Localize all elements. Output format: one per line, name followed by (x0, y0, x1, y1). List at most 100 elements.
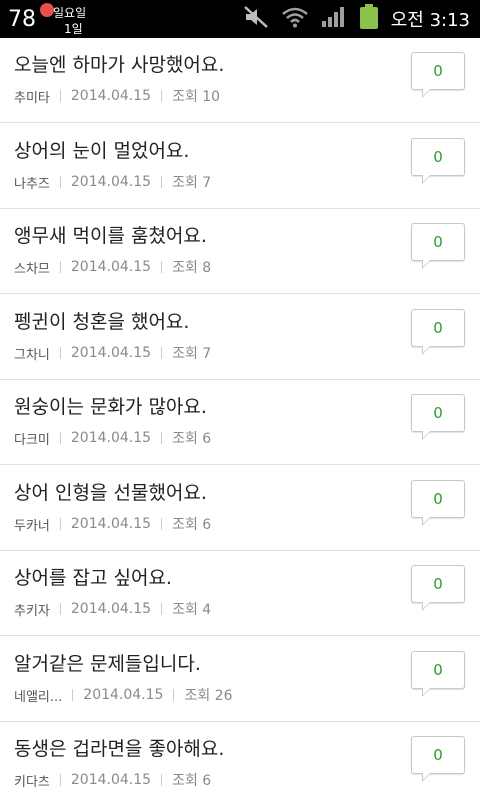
post-date: 2014.04.15 (70, 174, 152, 190)
post-title: 상어 인형을 선물했어요. (14, 482, 207, 504)
comment-count-button[interactable]: 0 (411, 736, 465, 782)
meta-divider (173, 689, 175, 701)
meta-divider (161, 347, 163, 359)
meta-divider (59, 518, 61, 530)
post-views: 조회 7 (172, 175, 212, 191)
meta-divider (161, 432, 163, 444)
comment-count: 0 (433, 62, 443, 80)
clock: 오전 3:13 (390, 10, 470, 31)
post-date: 2014.04.15 (70, 516, 152, 532)
post-title: 오늘엔 하마가 사망했어요. (14, 54, 225, 76)
comment-count-button[interactable]: 0 (411, 565, 465, 611)
post-date: 2014.04.15 (70, 259, 152, 275)
post-title: 앵무새 먹이를 훔쳤어요. (14, 225, 207, 247)
post-author: 키다츠 (14, 774, 50, 790)
meta-divider (59, 90, 61, 102)
calendar-notification: 일요일 1일 (40, 3, 86, 36)
post-date: 2014.04.15 (70, 345, 152, 361)
post-meta: 추키자 2014.04.15 조회 4 (14, 599, 211, 619)
weather-temperature: 78 (8, 6, 36, 32)
list-item[interactable]: 상어 인형을 선물했어요. 두카너 2014.04.15 조회 6 0 (0, 466, 480, 551)
comment-count: 0 (433, 148, 443, 166)
post-meta: 나추즈 2014.04.15 조회 7 (14, 172, 211, 192)
comment-count-button[interactable]: 0 (411, 394, 465, 440)
post-meta: 다크미 2014.04.15 조회 6 (14, 428, 211, 448)
meta-divider (161, 176, 163, 188)
status-right: 오전 3:13 (243, 0, 470, 38)
post-date: 2014.04.15 (70, 772, 152, 788)
comment-count: 0 (433, 490, 443, 508)
status-bar: 78 일요일 1일 오전 3:13 (0, 0, 480, 38)
post-date: 2014.04.15 (70, 88, 152, 104)
post-title: 알거같은 문제들입니다. (14, 653, 201, 675)
comment-count: 0 (433, 746, 443, 764)
meta-divider (59, 347, 61, 359)
meta-divider (161, 603, 163, 615)
post-meta: 두카너 2014.04.15 조회 6 (14, 514, 211, 534)
meta-divider (161, 90, 163, 102)
comment-count: 0 (433, 404, 443, 422)
list-item[interactable]: 상어의 눈이 멀었어요. 나추즈 2014.04.15 조회 7 0 (0, 124, 480, 209)
comment-count-button[interactable]: 0 (411, 651, 465, 697)
post-views: 조회 6 (172, 431, 212, 447)
comment-count-button[interactable]: 0 (411, 223, 465, 269)
wifi-icon (281, 6, 309, 32)
comment-count-button[interactable]: 0 (411, 309, 465, 355)
post-views: 조회 6 (172, 517, 212, 533)
calendar-date: 1일 (64, 22, 83, 36)
post-list[interactable]: 오늘엔 하마가 사망했어요. 추미타 2014.04.15 조회 10 0 상어의 눈이 … (0, 38, 480, 800)
post-title: 상어의 눈이 멀었어요. (14, 140, 190, 162)
meta-divider (161, 518, 163, 530)
list-item[interactable]: 원숭이는 문화가 많아요. 다크미 2014.04.15 조회 6 0 (0, 380, 480, 465)
signal-icon (321, 6, 347, 32)
meta-divider (72, 689, 74, 701)
post-title: 펭귄이 청혼을 했어요. (14, 311, 190, 333)
post-title: 상어를 잡고 싶어요. (14, 567, 172, 589)
post-author: 나추즈 (14, 176, 50, 192)
meta-divider (59, 176, 61, 188)
list-item[interactable]: 상어를 잡고 싶어요. 추키자 2014.04.15 조회 4 0 (0, 551, 480, 636)
post-author: 스차므 (14, 261, 50, 277)
list-item[interactable]: 동생은 겁라면을 좋아해요. 키다츠 2014.04.15 조회 6 0 (0, 722, 480, 800)
comment-count: 0 (433, 661, 443, 679)
meta-divider (59, 603, 61, 615)
post-meta: 네앨리... 2014.04.15 조회 26 (14, 685, 232, 705)
meta-divider (161, 774, 163, 786)
post-views: 조회 26 (184, 688, 233, 704)
post-date: 2014.04.15 (70, 430, 152, 446)
battery-icon (359, 4, 379, 34)
meta-divider (59, 432, 61, 444)
meta-divider (59, 261, 61, 273)
post-meta: 그차니 2014.04.15 조회 7 (14, 343, 211, 363)
comment-count: 0 (433, 575, 443, 593)
post-date: 2014.04.15 (70, 601, 152, 617)
post-meta: 키다츠 2014.04.15 조회 6 (14, 770, 211, 790)
post-author: 추미타 (14, 90, 50, 106)
list-item[interactable]: 오늘엔 하마가 사망했어요. 추미타 2014.04.15 조회 10 0 (0, 38, 480, 123)
post-author: 추키자 (14, 603, 50, 619)
comment-count-button[interactable]: 0 (411, 138, 465, 184)
post-meta: 추미타 2014.04.15 조회 10 (14, 86, 220, 106)
post-views: 조회 10 (172, 89, 221, 105)
post-author: 두카너 (14, 518, 50, 534)
list-item[interactable]: 알거같은 문제들입니다. 네앨리... 2014.04.15 조회 26 0 (0, 637, 480, 722)
list-item[interactable]: 펭귄이 청혼을 했어요. 그차니 2014.04.15 조회 7 0 (0, 295, 480, 380)
post-views: 조회 7 (172, 346, 212, 362)
mute-icon (243, 5, 269, 33)
post-views: 조회 6 (172, 773, 212, 789)
comment-count: 0 (433, 319, 443, 337)
list-item[interactable]: 앵무새 먹이를 훔쳤어요. 스차므 2014.04.15 조회 8 0 (0, 209, 480, 294)
comment-count: 0 (433, 233, 443, 251)
post-author: 네앨리... (14, 689, 63, 705)
meta-divider (59, 774, 61, 786)
post-date: 2014.04.15 (83, 687, 164, 703)
status-left: 78 일요일 1일 (8, 3, 86, 36)
comment-count-button[interactable]: 0 (411, 52, 465, 98)
post-author: 그차니 (14, 347, 50, 363)
post-views: 조회 4 (172, 602, 212, 618)
post-meta: 스차므 2014.04.15 조회 8 (14, 257, 211, 277)
meta-divider (161, 261, 163, 273)
comment-count-button[interactable]: 0 (411, 480, 465, 526)
post-author: 다크미 (14, 432, 50, 448)
post-title: 원숭이는 문화가 많아요. (14, 396, 207, 418)
